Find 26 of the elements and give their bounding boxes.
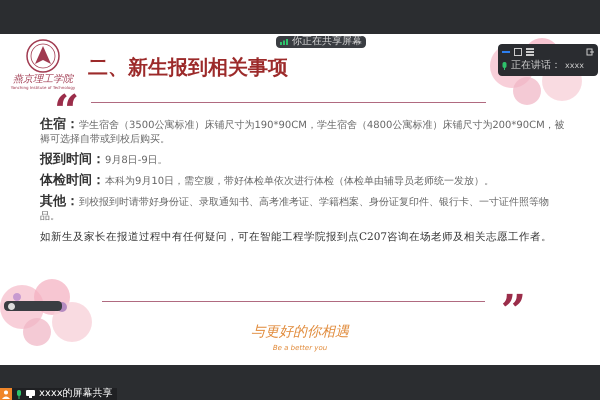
status-chip[interactable]: [4, 301, 62, 311]
user-icon[interactable]: [0, 388, 12, 400]
exit-icon[interactable]: [586, 48, 594, 56]
note-text: 如新生及家长在报道过程中有任何疑问，可在智能工程学院报到点C207咨询在场老师及相关志愿工作者。: [40, 230, 554, 244]
list-icon[interactable]: [526, 48, 534, 56]
screen-share-label: xxxx的屏幕共享: [39, 388, 113, 400]
school-logo-icon: [25, 38, 61, 74]
open-quote-mark: “: [54, 90, 80, 114]
school-name: 燕京理工学院: [13, 74, 73, 85]
minimize-icon[interactable]: [502, 48, 510, 56]
user-icon: [8, 302, 15, 310]
window-icon[interactable]: [514, 48, 522, 56]
microphone-icon: [502, 62, 507, 70]
speaker-name: xxxx: [565, 60, 584, 72]
signal-icon: [280, 39, 288, 45]
microphone-icon[interactable]: [16, 390, 22, 398]
info-paragraph: 其他：到校报到时请带好身份证、录取通知书、高考准考证、学籍档案、身份证复印件、银行卡、一寸证件照等物品。: [40, 195, 550, 224]
sharing-status: 你正在共享屏幕: [292, 36, 362, 48]
slide-title: 二、新生报到相关事项: [88, 54, 288, 81]
info-paragraph: 体检时间：本科为9月10日，需空腹，带好体检单依次进行体检（体检单由辅导员老师统一发放）。: [40, 174, 496, 189]
slogan: 与更好的你相遇: [251, 322, 349, 342]
speaking-label: 正在讲话：: [511, 60, 561, 72]
close-quote-mark: ”: [500, 290, 526, 314]
screen-icon: [26, 390, 35, 398]
info-paragraph: 住宿：学生宿舍（3500公寓标准）床铺尺寸为190*90CM，学生宿舍（4800公寓标准）床铺尺寸为200*90CM，被褥可选择自带或到校后购买。: [40, 118, 566, 147]
info-paragraph: 报到时间：9月8日-9日。: [40, 153, 169, 168]
